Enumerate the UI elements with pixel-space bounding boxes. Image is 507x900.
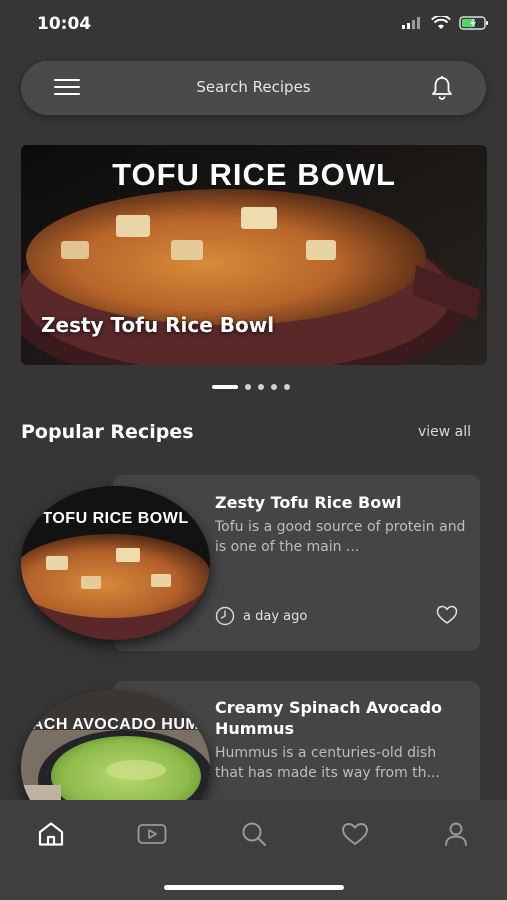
recipe-thumbnail[interactable]: TOFU RICE BOWL	[21, 486, 210, 640]
status-icons	[401, 16, 489, 30]
wifi-icon	[431, 16, 451, 29]
thumbnail-text: TOFU RICE BOWL	[42, 510, 189, 527]
search-input[interactable]: Search Recipes	[21, 78, 486, 96]
carousel-dot-active[interactable]	[212, 385, 238, 389]
signal-icon	[402, 17, 420, 29]
nav-profile[interactable]	[441, 820, 471, 848]
nav-favorites[interactable]	[340, 820, 370, 848]
recipe-time: a day ago	[215, 606, 307, 626]
video-icon[interactable]	[137, 823, 167, 845]
hero-image-title: TOFU RICE BOWL	[112, 157, 396, 192]
recipe-description: Hummus is a centuries-old dish that has …	[215, 745, 440, 781]
nav-videos[interactable]	[137, 820, 167, 848]
carousel-dot[interactable]	[271, 384, 277, 390]
status-time: 10:04	[37, 14, 92, 34]
home-indicator[interactable]	[164, 885, 344, 890]
search-icon[interactable]	[241, 821, 267, 847]
section-title: Popular Recipes	[21, 421, 194, 443]
heart-icon[interactable]	[341, 822, 369, 846]
search-bar[interactable]: Search Recipes	[21, 61, 486, 115]
recipe-description: Tofu is a good source of protein and is …	[215, 519, 466, 555]
clock-icon	[215, 606, 235, 626]
recipe-time-text: a day ago	[243, 608, 308, 624]
bell-icon[interactable]	[430, 75, 454, 101]
view-all-link[interactable]: view all	[418, 424, 471, 440]
nav-search[interactable]	[239, 820, 269, 848]
nav-home[interactable]	[36, 820, 66, 848]
carousel-dot[interactable]	[284, 384, 290, 390]
carousel-indicator[interactable]	[212, 384, 290, 390]
recipe-title[interactable]: Creamy Spinach Avocado Hummus	[215, 697, 465, 739]
hero-banner[interactable]: TOFU RICE BOWL Zesty Tofu Rice Bowl	[21, 145, 487, 365]
carousel-dot[interactable]	[258, 384, 264, 390]
thumbnail-text: ACH AVOCADO HUM	[31, 716, 200, 733]
favorite-icon[interactable]	[436, 605, 458, 625]
carousel-dot[interactable]	[245, 384, 251, 390]
recipe-title[interactable]: Zesty Tofu Rice Bowl	[215, 492, 402, 513]
hero-caption: Zesty Tofu Rice Bowl	[41, 313, 275, 337]
home-icon[interactable]	[37, 821, 65, 847]
profile-icon[interactable]	[443, 821, 469, 847]
status-bar: 10:04	[0, 0, 507, 50]
battery-charging-icon	[459, 16, 488, 30]
